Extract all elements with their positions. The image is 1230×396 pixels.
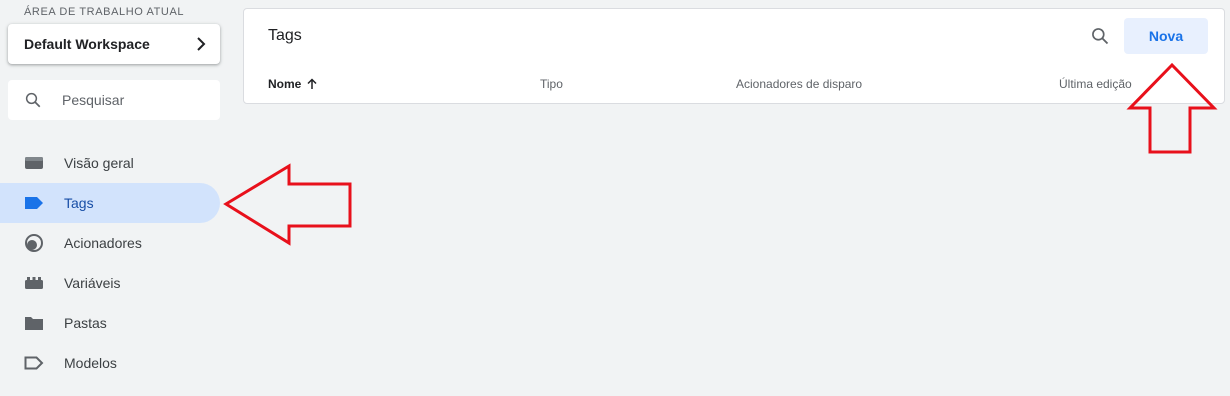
search-icon[interactable]: [1090, 26, 1110, 46]
workspace-selector[interactable]: Default Workspace: [8, 24, 220, 64]
tags-panel: Tags Nova Nome Tipo Acionadores de dispa…: [243, 8, 1225, 104]
sidebar-search-input[interactable]: [60, 91, 204, 109]
page-title: Tags: [268, 27, 302, 44]
variables-icon: [24, 273, 44, 293]
folder-icon: [24, 313, 44, 333]
column-header-type[interactable]: Tipo: [540, 77, 563, 91]
column-header-name[interactable]: Nome: [268, 77, 318, 91]
sidebar-item-label: Variáveis: [64, 275, 121, 291]
workspace-section-label: ÁREA DE TRABALHO ATUAL: [24, 6, 185, 18]
column-header-triggers[interactable]: Acionadores de disparo: [736, 77, 862, 91]
column-header-label: Acionadores de disparo: [736, 77, 863, 91]
template-icon: [24, 353, 44, 373]
column-header-label: Última edição: [1059, 77, 1132, 91]
overview-icon: [24, 153, 44, 173]
sidebar-item-label: Modelos: [64, 355, 117, 371]
sort-ascending-icon: [307, 78, 317, 89]
sidebar-item-label: Tags: [64, 195, 94, 211]
search-icon: [25, 92, 41, 108]
sidebar-item-folders[interactable]: Pastas: [0, 303, 220, 343]
column-header-label: Nome: [268, 77, 302, 91]
sidebar-item-overview[interactable]: Visão geral: [0, 143, 220, 183]
trigger-icon: [24, 233, 44, 253]
sidebar-item-label: Visão geral: [64, 155, 134, 171]
sidebar-search[interactable]: [8, 80, 220, 120]
sidebar-item-triggers[interactable]: Acionadores: [0, 223, 220, 263]
chevron-right-icon: [197, 37, 206, 51]
workspace-name: Default Workspace: [24, 36, 150, 52]
sidebar-item-label: Pastas: [64, 315, 107, 331]
column-header-last-edited[interactable]: Última edição: [1059, 77, 1132, 91]
sidebar-item-label: Acionadores: [64, 235, 142, 251]
sidebar-item-variables[interactable]: Variáveis: [0, 263, 220, 303]
sidebar-item-tags[interactable]: Tags: [0, 183, 220, 223]
tag-icon: [24, 193, 44, 213]
new-tag-button[interactable]: Nova: [1124, 18, 1208, 54]
column-header-label: Tipo: [540, 77, 563, 91]
sidebar-item-templates[interactable]: Modelos: [0, 343, 220, 383]
annotation-arrow-left: [223, 163, 352, 246]
sidebar-nav: Visão geral Tags Acionadores Variáveis P…: [0, 143, 220, 383]
